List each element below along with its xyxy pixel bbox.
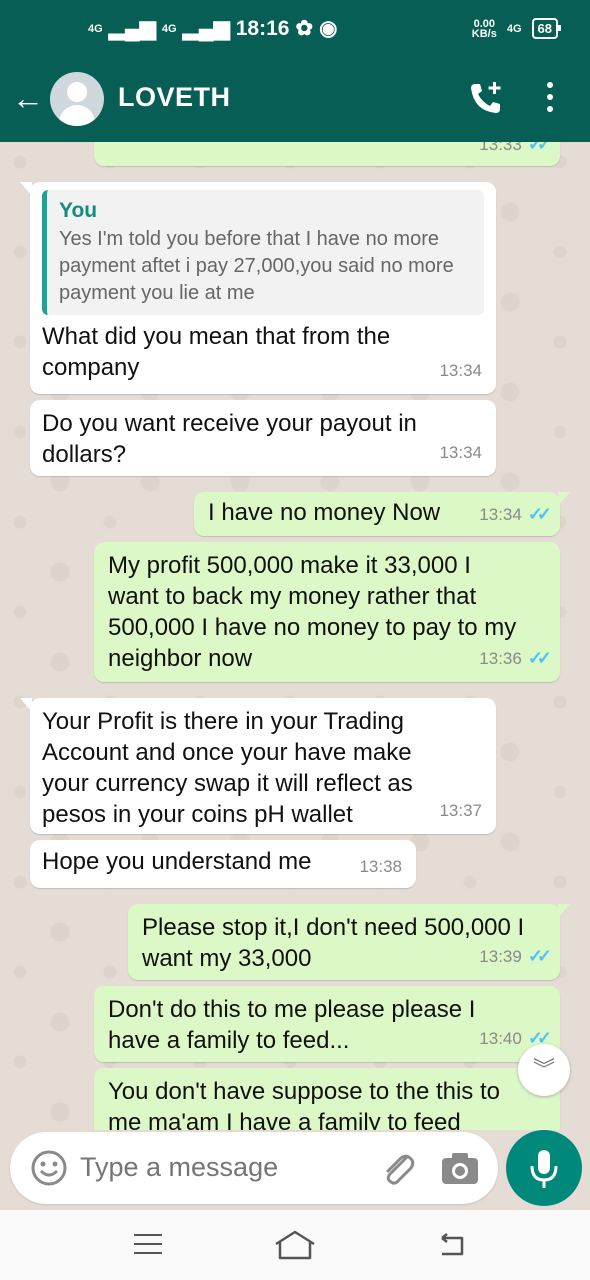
message-time: 13:34 (479, 505, 522, 524)
message-text: You don't have suppose to the this to me… (108, 1078, 500, 1130)
settings-gear-icon: ✿ (295, 17, 314, 40)
message-time: 13:38 (359, 857, 402, 876)
emoji-icon[interactable] (30, 1149, 68, 1187)
network-speed-unit: KB/s (471, 27, 497, 40)
message-meta: 13:34 ✓✓ (479, 499, 552, 530)
composer-bar (0, 1130, 590, 1210)
network-speed-value: 0.00 (473, 17, 496, 30)
add-call-icon[interactable] (466, 78, 506, 118)
message-meta: 13:38 (359, 851, 402, 882)
message-text: Hope you understand me (42, 848, 312, 875)
back-nav-icon[interactable] (436, 1230, 466, 1260)
message-time: 13:34 (439, 443, 482, 462)
battery-icon: 68 (531, 18, 562, 39)
read-ticks-icon: ✓✓ (527, 946, 552, 966)
message-bubble-incoming[interactable]: Your Profit is there in your Trading Acc… (20, 698, 496, 834)
signal-bars-icon: ▂▄▆ (108, 17, 156, 40)
voice-record-button[interactable] (506, 1130, 582, 1206)
read-ticks-icon: ✓✓ (527, 648, 552, 668)
message-bubble-incoming[interactable]: Hope you understand me 13:38 (30, 840, 416, 888)
quote-author: You (59, 199, 98, 222)
message-list[interactable]: 13:33 ✓✓ You Yes I'm told you before tha… (0, 142, 590, 1130)
microphone-icon (530, 1150, 558, 1188)
paperclip-icon[interactable] (378, 1148, 418, 1188)
message-bubble-outgoing[interactable]: Please stop it,I don't need 500,000 I wa… (128, 904, 570, 980)
status-bar: 4G ▂▄▆ 4G ▂▄▆ 18:16 ✿ ◉ 0.00 KB/s 4G 68 (0, 0, 590, 60)
avatar[interactable] (50, 72, 104, 126)
clock: 18:16 (235, 16, 290, 40)
message-meta: 13:39 ✓✓ (479, 941, 552, 972)
message-time: 13:39 (479, 947, 522, 966)
message-bubble-incoming[interactable]: Do you want receive your payout in dolla… (30, 400, 496, 476)
message-bubble-outgoing[interactable]: You don't have suppose to the this to me… (94, 1068, 560, 1130)
home-icon[interactable] (272, 1228, 318, 1262)
message-text: Don't do this to me please please I have… (108, 996, 476, 1054)
message-input[interactable] (80, 1152, 370, 1183)
back-arrow-icon[interactable]: ← (10, 80, 46, 116)
message-bubble-incoming[interactable]: You Yes I'm told you before that I have … (20, 182, 496, 394)
message-meta: 13:36 ✓✓ (479, 643, 552, 674)
system-nav-bar (0, 1210, 590, 1280)
message-time: 13:37 (439, 801, 482, 820)
message-text: Do you want receive your payout in dolla… (42, 410, 417, 468)
message-time: 13:40 (479, 1029, 522, 1048)
network-indicator-3: 4G (506, 22, 522, 35)
message-meta: 13:37 (439, 795, 482, 826)
message-bubble-outgoing[interactable]: My profit 500,000 make it 33,000 I want … (94, 542, 560, 682)
message-text: My profit 500,000 make it 33,000 I want … (108, 552, 517, 672)
message-time: 13:36 (479, 649, 522, 668)
message-time: 13:33 (479, 142, 522, 154)
scroll-to-bottom-button[interactable]: ︾ (518, 1044, 570, 1096)
read-ticks-icon: ✓✓ (527, 142, 552, 154)
message-meta: 13:34 (439, 437, 482, 468)
quote-text: Yes I'm told you before that I have no m… (59, 228, 454, 304)
message-meta: 13:34 (439, 355, 482, 386)
more-options-icon[interactable] (540, 82, 560, 118)
status-right: 0.00 KB/s 4G 68 (471, 17, 562, 40)
message-bubble-outgoing[interactable]: 13:33 ✓✓ (94, 142, 560, 166)
check-circle-icon: ◉ (319, 17, 338, 40)
network-indicator-1: 4G (88, 22, 103, 35)
message-input-container[interactable] (10, 1132, 498, 1204)
message-bubble-outgoing[interactable]: Don't do this to me please please I have… (94, 986, 560, 1062)
status-left: 4G ▂▄▆ 4G ▂▄▆ 18:16 ✿ ◉ (88, 16, 337, 41)
message-text: What did you mean that from the company (42, 323, 391, 381)
recent-apps-icon[interactable] (134, 1234, 162, 1256)
chat-header: ← LOVETH (0, 60, 590, 142)
read-ticks-icon: ✓✓ (527, 504, 552, 524)
network-indicator-2: 4G (161, 22, 177, 35)
message-meta: 13:33 ✓✓ (479, 142, 552, 160)
message-time: 13:34 (439, 361, 482, 380)
avatar-body (59, 105, 95, 126)
avatar-head (67, 82, 87, 102)
contact-name[interactable]: LOVETH (118, 82, 231, 113)
camera-icon[interactable] (440, 1150, 480, 1186)
quoted-reply[interactable]: You Yes I'm told you before that I have … (42, 190, 484, 315)
double-chevron-down-icon: ︾ (532, 1057, 555, 1082)
message-text: Your Profit is there in your Trading Acc… (42, 708, 413, 828)
signal-bars-icon-2: ▂▄▆ (182, 17, 230, 40)
message-bubble-outgoing[interactable]: I have no money Now 13:34 ✓✓ (194, 492, 570, 536)
network-speed: 0.00 KB/s (471, 17, 497, 40)
